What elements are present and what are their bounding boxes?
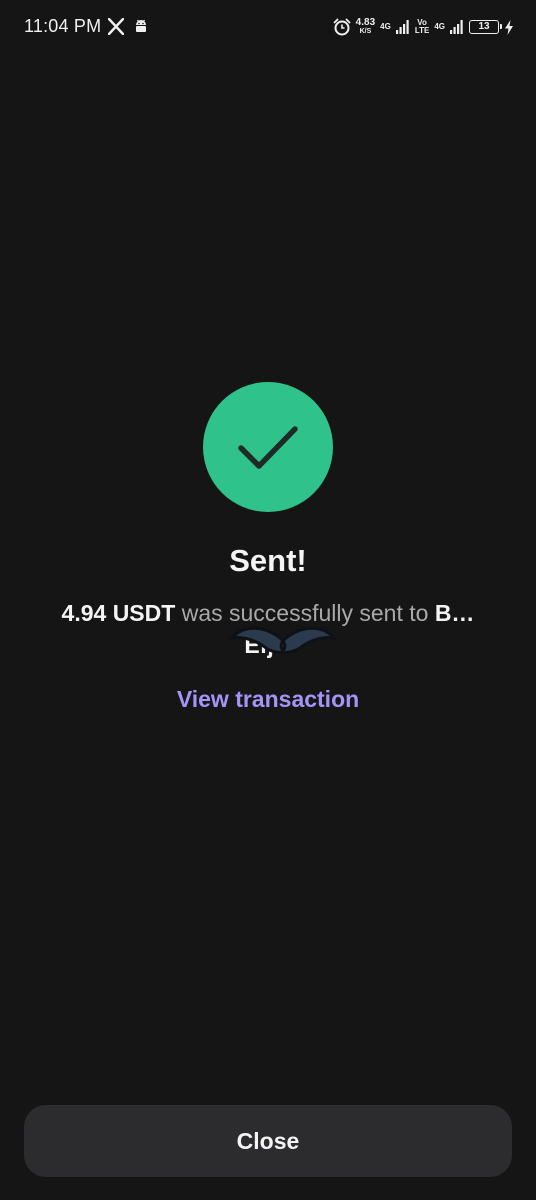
network-type-2: 4G [434,22,445,31]
status-indicators: 4.83 K/S 4G Vo LTE 4G 13 [333,14,514,40]
signal-icon [450,20,463,34]
sent-amount: 4.94 USDT [61,600,176,626]
success-check-badge [203,382,333,512]
checkmark-icon [238,426,298,469]
alarm-icon [333,18,351,36]
network-speed-value: 4.83 [355,17,376,28]
status-time: 11:04 PM [24,16,102,36]
battery-icon: 13 [469,20,502,34]
network-speed: 4.83 K/S [356,18,375,36]
redaction-mark [228,626,338,654]
signal-icon [395,20,409,34]
view-transaction-link[interactable]: View transaction [0,686,536,713]
network-type-1: 4G [380,22,391,31]
android-icon [136,19,146,32]
status-bar: 11:04 PM 4.83 K/S 4G Vo LTE 4G 13 [0,0,536,56]
charging-bolt-icon [505,19,513,35]
battery-level: 13 [478,21,490,32]
volte-label: Vo LTE [414,18,430,35]
close-button[interactable]: Close [24,1105,512,1177]
success-title: Sent! [229,543,307,578]
network-speed-unit: K/S [359,28,372,35]
x-icon [108,18,124,35]
